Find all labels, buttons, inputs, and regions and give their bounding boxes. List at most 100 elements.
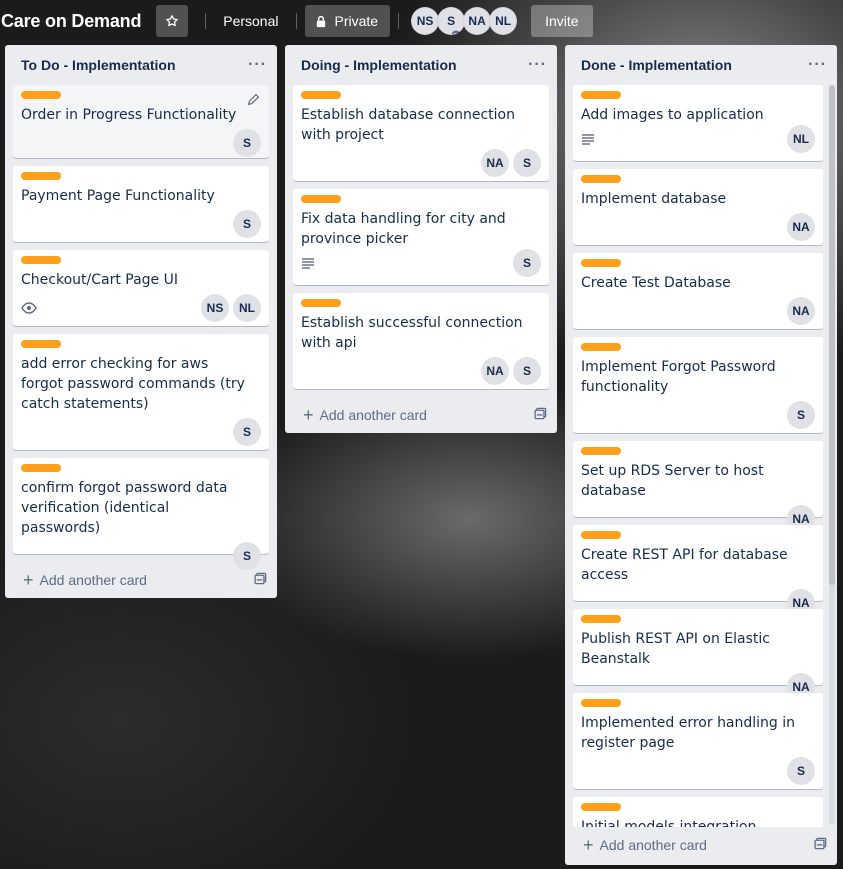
board-header: Care on Demand Personal Private NS S ︽ N… [0,0,843,42]
card[interactable]: add error checking for aws forgot passwo… [13,334,269,450]
card-member-avatar[interactable]: NL [233,294,261,322]
card-member-avatar[interactable]: S [787,401,815,429]
header-divider [205,13,207,29]
card-title: Implemented error handling in register p… [581,715,796,751]
card-title: Implement database [581,191,727,207]
card[interactable]: Fix data handling for city and province … [293,189,549,285]
card-member-avatar[interactable]: NL [787,125,815,153]
member-avatar[interactable]: NS [411,7,440,35]
list-todo: To Do - Implementation ··· Order in Prog… [5,45,277,598]
card[interactable]: Implement Forgot Password functionality … [573,337,823,433]
board-title[interactable]: Care on Demand [0,11,141,32]
card[interactable]: Initial models integration [573,797,823,827]
eye-icon [21,302,37,314]
card-footer: NA S [301,357,541,385]
label-orange[interactable] [21,172,61,180]
card-member-avatar[interactable]: S [233,542,261,570]
privacy-button[interactable]: Private [304,5,391,37]
list-menu-icon[interactable]: ··· [528,56,547,74]
card-title: Order in Progress Functionality [21,107,237,123]
card[interactable]: Order in Progress Functionality S [13,85,269,158]
card-title: Establish successful connection with api [301,315,523,351]
card-member-avatar[interactable]: S [787,757,815,785]
card-member-avatar[interactable]: S [233,210,261,238]
card-member-avatar[interactable]: S [233,418,261,446]
list-done: Done - Implementation ··· Add images to … [565,45,837,865]
description-icon [582,134,594,145]
pencil-icon[interactable] [247,93,260,109]
add-card-button[interactable]: + Add another card [285,397,557,433]
card-template-icon[interactable] [534,407,547,423]
plus-icon: + [303,404,314,425]
card-member-avatar[interactable]: S [513,357,541,385]
header-divider [398,13,400,29]
label-orange[interactable] [581,175,621,183]
label-orange[interactable] [581,615,621,623]
card-member-avatar[interactable]: S [513,149,541,177]
card-title: Implement Forgot Password functionality [581,359,776,395]
label-orange[interactable] [581,803,621,811]
card[interactable]: Implement database NA [573,169,823,245]
card-member-avatar[interactable]: NA [787,213,815,241]
card-footer: NS NL [21,294,261,322]
card[interactable]: Checkout/Cart Page UI NS NL [13,250,269,326]
card-list: Establish database connection with proje… [285,85,557,389]
card-member-avatar[interactable]: NA [787,297,815,325]
label-orange[interactable] [21,464,61,472]
member-avatar[interactable]: NA [463,7,492,35]
plus-icon: + [583,834,594,855]
card-member-avatar[interactable]: NS [201,294,229,322]
label-orange[interactable] [581,343,621,351]
label-orange[interactable] [581,447,621,455]
add-card-label: Add another card [39,572,147,588]
card[interactable]: Implemented error handling in register p… [573,693,823,789]
lock-icon [316,15,325,27]
member-avatar[interactable]: NL [489,7,518,35]
card[interactable]: Publish REST API on Elastic Beanstalk NA [573,609,823,701]
list-header: Doing - Implementation ··· [285,45,557,85]
list-title[interactable]: To Do - Implementation [21,57,176,73]
label-orange[interactable] [301,195,341,203]
star-button[interactable] [156,5,189,37]
invite-button[interactable]: Invite [531,5,593,37]
label-orange[interactable] [301,91,341,99]
card[interactable]: Establish database connection with proje… [293,85,549,181]
label-orange[interactable] [301,299,341,307]
card[interactable]: Create Test Database NA [573,253,823,329]
list-menu-icon[interactable]: ··· [808,56,827,74]
list-title[interactable]: Doing - Implementation [301,57,457,73]
board-members: NS S ︽ NA NL [411,7,518,35]
card-template-icon[interactable] [814,837,827,853]
add-card-label: Add another card [319,407,427,423]
card[interactable]: Set up RDS Server to host database NA [573,441,823,533]
card-member-avatar[interactable]: NA [481,149,509,177]
card-member-avatar[interactable]: S [233,129,261,157]
card[interactable]: Establish successful connection with api… [293,293,549,389]
card-member-avatar[interactable]: S [513,249,541,277]
list-title[interactable]: Done - Implementation [581,57,732,73]
card[interactable]: Add images to application NL [573,85,823,161]
card[interactable]: confirm forgot password data verificatio… [13,458,269,570]
label-orange[interactable] [21,91,61,99]
label-orange[interactable] [581,531,621,539]
list-menu-icon[interactable]: ··· [248,56,267,74]
card[interactable]: Create REST API for database access NA [573,525,823,617]
member-avatar-admin[interactable]: S ︽ [437,7,466,35]
card-title: Create REST API for database access [581,547,788,583]
label-orange[interactable] [581,699,621,707]
label-orange[interactable] [581,91,621,99]
card-member-avatar[interactable]: NA [481,357,509,385]
add-card-button[interactable]: + Add another card [565,827,837,863]
card-title: Publish REST API on Elastic Beanstalk [581,631,770,667]
header-divider [295,13,297,29]
card-title: Payment Page Functionality [21,188,215,204]
card-template-icon[interactable] [254,572,267,588]
label-orange[interactable] [581,259,621,267]
card[interactable]: Payment Page Functionality S [13,166,269,242]
label-orange[interactable] [21,340,61,348]
card-title: Establish database connection with proje… [301,107,515,143]
plus-icon: + [23,569,34,590]
label-orange[interactable] [21,256,61,264]
card-list: Add images to application NL Implement d… [565,85,837,827]
team-visibility-button[interactable]: Personal [214,5,287,37]
